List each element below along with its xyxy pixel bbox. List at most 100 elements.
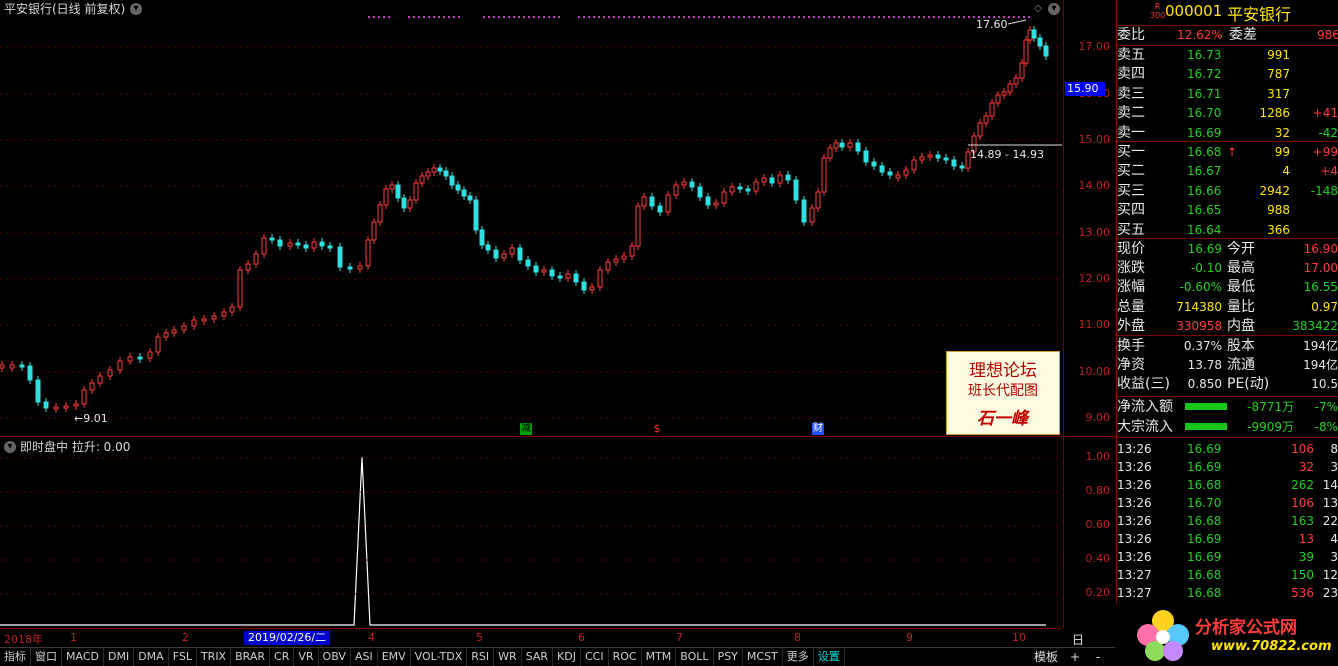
indicator-menu-chevron-icon[interactable]: ▾	[4, 441, 16, 453]
template-button[interactable]: 模板	[1034, 648, 1058, 666]
indicator-tab[interactable]: OBV	[319, 648, 351, 666]
zoom-in-button[interactable]: +	[1070, 648, 1080, 666]
indicator-tab[interactable]: SAR	[522, 648, 554, 666]
indicator-tab[interactable]: PSY	[714, 648, 743, 666]
indicator-tab[interactable]: 设置	[814, 648, 845, 666]
candle-body	[1027, 29, 1033, 41]
indicator-tab[interactable]: 窗口	[31, 648, 62, 666]
indicator-tab[interactable]: CCI	[581, 648, 609, 666]
orderbook-divider	[1115, 141, 1338, 142]
indicator-tab[interactable]: VOL-TDX	[411, 648, 468, 666]
candle-body	[19, 364, 25, 368]
signal-dot	[863, 16, 865, 18]
candle-body	[89, 382, 95, 391]
buy-level-row[interactable]: 买四 16.65 988	[1115, 201, 1338, 220]
tick-count: 8	[1330, 442, 1338, 456]
chart-settings-chevron-icon[interactable]: ▾	[1048, 3, 1060, 15]
candle-body	[785, 174, 791, 181]
tick-row[interactable]: 13:26 16.69 32 3	[1115, 458, 1338, 476]
tick-row[interactable]: 13:26 16.68 262 14	[1115, 476, 1338, 494]
signal-dot	[623, 16, 625, 18]
quote-row: 总量 714380 量比 0.97	[1115, 298, 1338, 317]
kline-chart[interactable]	[0, 0, 1062, 436]
flow-divider	[1115, 396, 1338, 397]
tick-row[interactable]: 13:27 16.68 150 12	[1115, 566, 1338, 584]
signal-dot	[963, 16, 965, 18]
indicator-tab[interactable]: MTM	[642, 648, 677, 666]
indicator-tab[interactable]: DMI	[104, 648, 135, 666]
candle-body	[533, 265, 539, 273]
indicator-tab[interactable]: KDJ	[553, 648, 581, 666]
buy-level-row[interactable]: 买一 16.68 ↑ 99 +99	[1115, 143, 1338, 162]
candle-body	[107, 369, 113, 377]
indicator-tab[interactable]: VR	[294, 648, 319, 666]
signal-dot	[598, 16, 600, 18]
buy-level-label: 买三	[1117, 182, 1145, 199]
candle-body	[1019, 62, 1025, 79]
quote-label-2: 最低	[1227, 279, 1255, 296]
signal-dot	[1018, 16, 1020, 18]
signal-dot	[943, 16, 945, 18]
signal-dot	[763, 16, 765, 18]
chart-menu-chevron-icon[interactable]: ▾	[130, 3, 142, 15]
tick-row[interactable]: 13:26 16.69 106 8	[1115, 440, 1338, 458]
quote-value: -0.10	[1190, 261, 1222, 276]
indicator-tab[interactable]: RSI	[467, 648, 495, 666]
tick-row[interactable]: 13:26 16.70 106 13	[1115, 494, 1338, 512]
y-tick-label: 17.00	[1078, 40, 1111, 53]
indicator-tab[interactable]: MACD	[62, 648, 104, 666]
x-tick-label: 5	[476, 631, 483, 644]
indicator-tab[interactable]: FSL	[169, 648, 197, 666]
tick-price: 16.69	[1187, 460, 1222, 474]
indicator-tab[interactable]: MCST	[743, 648, 783, 666]
indicator-tab[interactable]: ASI	[351, 648, 378, 666]
sell-level-row[interactable]: 卖一 16.69 32 -42	[1115, 124, 1338, 143]
signal-dot	[858, 16, 860, 18]
event-marker-reduce[interactable]: 减	[520, 423, 532, 435]
buy-level-row[interactable]: 买三 16.66 2942 -148	[1115, 182, 1338, 201]
indicator-tab[interactable]: TRIX	[197, 648, 232, 666]
event-marker-finance-label: 财	[813, 423, 823, 434]
indicator-chart-panel[interactable]: ▾ 即时盘中 拉升: 0.00	[0, 438, 1062, 628]
signal-dot	[803, 16, 805, 18]
buy-level-volume: 988	[1267, 203, 1290, 218]
buy-level-row[interactable]: 买二 16.67 4 +4	[1115, 162, 1338, 181]
tick-row[interactable]: 13:26 16.69 13 4	[1115, 530, 1338, 548]
buy-level-volume: 4	[1282, 164, 1290, 179]
sell-level-row[interactable]: 卖四 16.72 787	[1115, 65, 1338, 84]
candle-body	[821, 157, 827, 193]
sell-level-row[interactable]: 卖三 16.71 317	[1115, 85, 1338, 104]
buy-level-change: +99	[1312, 145, 1338, 159]
index-badge: R 300	[1150, 2, 1165, 20]
sell-level-row[interactable]: 卖二 16.70 1286 +41	[1115, 104, 1338, 123]
indicator-tab[interactable]: DMA	[134, 648, 169, 666]
indicator-chart[interactable]	[0, 438, 1062, 628]
watermark-card: 理想论坛 班长代配图 石一峰	[946, 351, 1060, 435]
signal-dot	[753, 16, 755, 18]
indicator-tab[interactable]: CR	[270, 648, 295, 666]
signal-dot	[898, 16, 900, 18]
tick-time: 13:26	[1117, 550, 1152, 564]
signal-dot	[438, 16, 440, 18]
indicator-tab[interactable]: WR	[494, 648, 522, 666]
indicator-tab[interactable]: BRAR	[231, 648, 271, 666]
indicator-tab[interactable]: EMV	[378, 648, 411, 666]
indicator-tab[interactable]: BOLL	[676, 648, 714, 666]
event-marker-dividend[interactable]: $	[651, 423, 663, 435]
kline-chart-panel[interactable]: 平安银行(日线 前复权) ▾ ◇ ▾ 17.60 ←9.01 14.89 - 1…	[0, 0, 1062, 436]
tick-row[interactable]: 13:26 16.68 163 22	[1115, 512, 1338, 530]
diamond-icon[interactable]: ◇	[1032, 3, 1044, 15]
tick-row[interactable]: 13:26 16.69 39 3	[1115, 548, 1338, 566]
zoom-out-button[interactable]: -	[1096, 648, 1100, 666]
candle-body	[1023, 39, 1029, 64]
indicator-tab[interactable]: 指标	[0, 648, 31, 666]
sell-level-row[interactable]: 卖五 16.73 991	[1115, 46, 1338, 65]
tick-volume: 106	[1291, 442, 1314, 456]
buy-level-row[interactable]: 买五 16.64 366	[1115, 221, 1338, 240]
indicator-tab[interactable]: 更多	[783, 648, 814, 666]
event-marker-finance[interactable]: 财	[812, 423, 824, 435]
candle-body	[753, 181, 759, 192]
candle-body	[395, 184, 401, 199]
tick-row[interactable]: 13:27 16.68 536 23	[1115, 584, 1338, 602]
indicator-tab[interactable]: ROC	[609, 648, 642, 666]
